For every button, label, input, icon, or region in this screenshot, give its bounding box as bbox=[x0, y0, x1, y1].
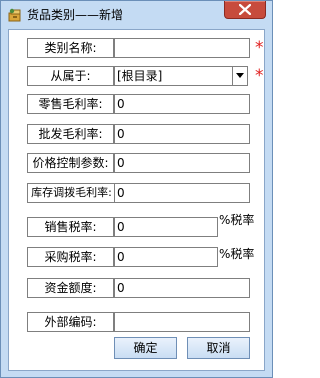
price-control-field[interactable]: 0 bbox=[114, 153, 250, 173]
title-bar[interactable]: 货品类别——新增 bbox=[1, 1, 272, 29]
external-code-label: 外部编码: bbox=[27, 312, 114, 332]
required-marker: * bbox=[255, 38, 264, 58]
fund-amount-label: 资金额度: bbox=[27, 278, 114, 298]
required-marker: * bbox=[255, 66, 264, 86]
wholesale-margin-field[interactable]: 0 bbox=[114, 124, 250, 144]
purchase-tax-label: 采购税率: bbox=[27, 247, 114, 267]
sales-tax-unit: %税率 bbox=[219, 213, 255, 227]
form-panel: 类别名称: * 从属于: [根目录] * 零售毛利率: 0 批发毛利率: 0 价… bbox=[8, 29, 265, 371]
transfer-margin-label: 库存调拨毛利率: bbox=[27, 183, 116, 203]
sales-tax-label: 销售税率: bbox=[27, 217, 114, 237]
cancel-button[interactable]: 取消 bbox=[187, 337, 250, 359]
sales-tax-field[interactable]: 0 bbox=[114, 217, 218, 237]
close-button[interactable] bbox=[224, 1, 266, 19]
parent-select[interactable]: [根目录] bbox=[114, 66, 248, 86]
retail-margin-field[interactable]: 0 bbox=[114, 94, 250, 114]
dropdown-button[interactable] bbox=[232, 67, 247, 85]
window-title: 货品类别——新增 bbox=[27, 8, 124, 22]
parent-selected-value: [根目录] bbox=[117, 69, 163, 83]
chevron-down-icon bbox=[236, 73, 244, 78]
transfer-margin-field[interactable]: 0 bbox=[114, 183, 250, 203]
parent-label: 从属于: bbox=[27, 66, 114, 86]
purchase-tax-unit: %税率 bbox=[219, 247, 255, 261]
category-name-label: 类别名称: bbox=[27, 38, 114, 58]
ok-button[interactable]: 确定 bbox=[114, 337, 177, 359]
category-name-field[interactable] bbox=[114, 38, 250, 58]
fund-amount-field[interactable]: 0 bbox=[114, 278, 250, 298]
external-code-field[interactable] bbox=[114, 312, 250, 332]
close-icon bbox=[239, 4, 251, 15]
purchase-tax-field[interactable]: 0 bbox=[114, 247, 218, 267]
dialog-window: 货品类别——新增 类别名称: * 从属于: [根目录] * 零售毛利率: 0 批… bbox=[0, 0, 273, 378]
price-control-label: 价格控制参数: bbox=[27, 153, 114, 173]
goods-category-icon bbox=[7, 7, 23, 23]
wholesale-margin-label: 批发毛利率: bbox=[27, 124, 114, 144]
retail-margin-label: 零售毛利率: bbox=[27, 94, 114, 114]
